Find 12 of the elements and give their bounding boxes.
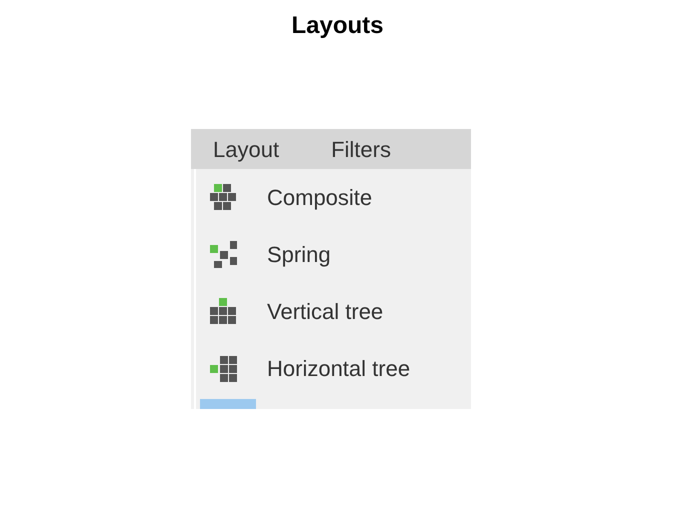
menu-item[interactable]: Spring — [196, 226, 471, 283]
square-tree-icon — [210, 298, 237, 325]
menu-item[interactable]: Vertical tree — [196, 283, 471, 340]
menu-item-highlight — [200, 399, 256, 409]
menu-bar-item[interactable]: Filters — [331, 132, 391, 166]
square-tree-icon — [210, 355, 237, 382]
slide-title: Layouts — [291, 11, 384, 41]
menu-bar-item[interactable]: Layout — [213, 132, 280, 166]
menu-item[interactable]: Composite — [196, 169, 471, 226]
scattered-squares-icon — [210, 241, 237, 268]
grid-cluster-icon — [210, 184, 237, 211]
menu-item[interactable]: Horizontal tree — [196, 340, 471, 397]
